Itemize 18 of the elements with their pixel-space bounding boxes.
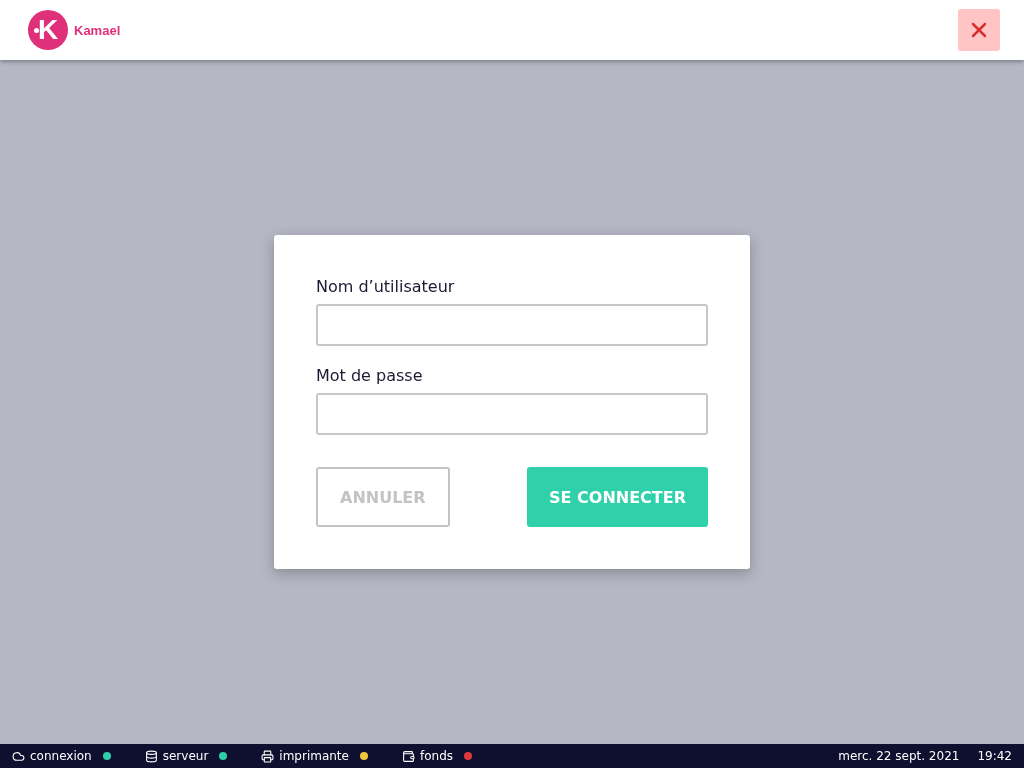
printer-icon <box>261 749 275 763</box>
input-field[interactable] <box>316 393 708 435</box>
status-label: imprimante <box>279 749 349 763</box>
input-field[interactable] <box>316 304 708 346</box>
close-button[interactable] <box>958 9 1000 51</box>
status-label: serveur <box>162 749 209 763</box>
login-button[interactable]: SE CONNECTER <box>527 467 708 527</box>
time-text: 19:42 <box>977 749 1012 763</box>
wallet-icon <box>401 749 415 763</box>
cloud-icon <box>12 749 25 763</box>
database-icon <box>144 749 158 763</box>
field-label: Mot de passe <box>316 366 424 385</box>
status-label: fonds <box>419 749 453 763</box>
brand-name: Kamael <box>74 22 121 38</box>
status-label: connexion <box>30 749 92 763</box>
logo-mark: K <box>28 10 68 50</box>
field-label: Nom d’utilisateur <box>316 277 456 296</box>
date-text: merc. 22 sept. 2021 <box>838 749 960 763</box>
